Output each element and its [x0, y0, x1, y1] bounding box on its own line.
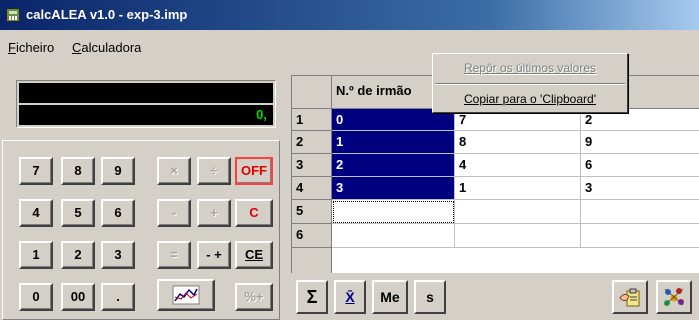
key-2[interactable]: 2 [61, 241, 95, 269]
grid-cell[interactable]: 3 [581, 177, 699, 200]
key-divide[interactable]: ÷ [197, 157, 231, 185]
grid-cell[interactable] [581, 200, 699, 224]
key-equals[interactable]: = [157, 241, 191, 269]
menu-item-restore-values[interactable]: Repôr os últimos valores [433, 56, 627, 80]
grid-cell[interactable] [455, 224, 581, 248]
key-decimal[interactable]: . [101, 283, 135, 311]
title-bar: calcALEA v1.0 - exp-3.imp [0, 0, 699, 30]
grid-cell[interactable]: 2 [332, 154, 455, 177]
grid-cell[interactable]: 6 [581, 154, 699, 177]
grid-cell[interactable] [455, 200, 581, 224]
std-dev-button[interactable]: s [414, 280, 446, 314]
median-button[interactable]: Me [372, 280, 408, 314]
key-0[interactable]: 0 [19, 283, 53, 311]
menu-ficheiro[interactable]: Ficheiro [8, 40, 54, 55]
grid-cell[interactable]: 3 [332, 177, 455, 200]
key-7[interactable]: 7 [19, 157, 53, 185]
clipboard-tool-button[interactable] [612, 280, 648, 314]
key-negate[interactable]: - + [197, 241, 231, 269]
row-header[interactable]: 6 [292, 224, 332, 248]
context-menu: Repôr os últimos valores Copiar para o '… [432, 53, 628, 113]
key-00[interactable]: 00 [61, 283, 95, 311]
key-minus[interactable]: - [157, 199, 191, 227]
row-header[interactable]: 3 [292, 154, 332, 177]
key-9[interactable]: 9 [101, 157, 135, 185]
mean-button[interactable]: X̄ [334, 280, 366, 314]
random-cloud-icon [664, 288, 684, 306]
row-header[interactable]: 4 [292, 177, 332, 200]
grid-cell[interactable]: 1 [455, 177, 581, 200]
key-5[interactable]: 5 [61, 199, 95, 227]
key-off[interactable]: OFF [235, 157, 273, 185]
chart-icon [172, 285, 200, 305]
app-icon [6, 8, 20, 22]
grid-cell[interactable]: 4 [455, 154, 581, 177]
key-plus[interactable]: + [197, 199, 231, 227]
key-clear[interactable]: C [235, 199, 273, 227]
hand-clipboard-icon [619, 288, 640, 307]
random-tool-button[interactable] [656, 280, 692, 314]
key-6[interactable]: 6 [101, 199, 135, 227]
key-percent-plus[interactable]: %+ [235, 283, 273, 311]
calculator-keypad: 7 8 9 × ÷ OFF 4 5 6 - + C 1 2 3 = - + CE… [2, 140, 280, 320]
menu-item-copy-clipboard[interactable]: Copiar para o 'Clipboard' [433, 87, 627, 111]
chart-button[interactable] [157, 279, 215, 311]
row-header[interactable]: 1 [292, 109, 332, 131]
grid-cell[interactable]: 9 [581, 131, 699, 154]
key-3[interactable]: 3 [101, 241, 135, 269]
key-clear-entry[interactable]: CE [235, 241, 273, 269]
row-header[interactable]: 5 [292, 200, 332, 224]
row-header[interactable] [292, 248, 332, 273]
grid-cell[interactable] [581, 224, 699, 248]
calculator-display: 0, [16, 80, 276, 128]
grid-cell[interactable] [332, 224, 455, 248]
display-memory [19, 83, 273, 103]
display-value: 0, [19, 105, 273, 125]
menu-separator [435, 83, 625, 85]
window-title: calcALEA v1.0 - exp-3.imp [26, 7, 188, 22]
grid-cell[interactable]: 8 [455, 131, 581, 154]
key-4[interactable]: 4 [19, 199, 53, 227]
menu-calculadora[interactable]: Calculadora [72, 40, 141, 55]
grid-cell-active[interactable] [332, 200, 455, 224]
grid-corner [292, 76, 332, 109]
grid-cell[interactable]: 1 [332, 131, 455, 154]
row-header[interactable]: 2 [292, 131, 332, 154]
key-1[interactable]: 1 [19, 241, 53, 269]
key-8[interactable]: 8 [61, 157, 95, 185]
key-multiply[interactable]: × [157, 157, 191, 185]
sum-button[interactable]: Σ [296, 280, 328, 314]
